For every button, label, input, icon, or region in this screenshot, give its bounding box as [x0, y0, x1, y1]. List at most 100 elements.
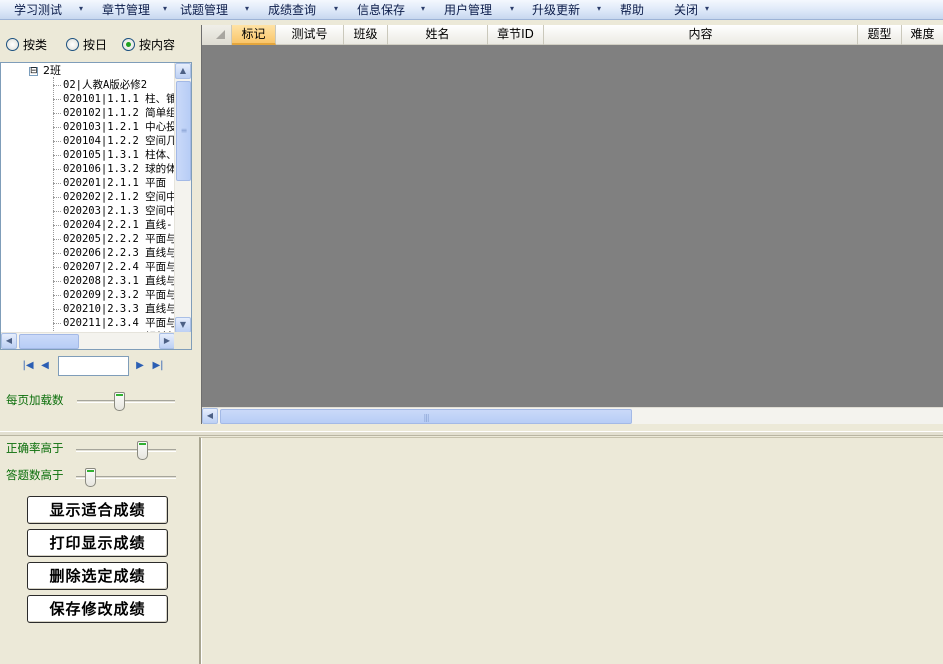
radio-by-category[interactable]: 按类	[6, 36, 47, 52]
print-scores-button[interactable]: 打印显示成绩	[27, 529, 168, 557]
chevron-down-icon[interactable]: ▾	[334, 2, 338, 16]
collapse-icon[interactable]: ⊟	[29, 66, 38, 76]
tree-node[interactable]: 020101|1.1.1 柱、锥	[53, 92, 175, 106]
scroll-thumb[interactable]	[19, 334, 79, 349]
scroll-corner	[174, 332, 191, 349]
column-header-name[interactable]: 姓名	[388, 25, 488, 45]
tree-viewport: ⊟ 2班 02|人教A版必修2 020101|1.1.1 柱、锥 020102|1.…	[1, 63, 175, 333]
column-header-difficulty[interactable]: 难度	[902, 25, 943, 45]
radio-circle-icon	[66, 37, 79, 51]
tree-node[interactable]: 020208|2.3.1 直线与	[53, 274, 175, 288]
scroll-up-icon[interactable]: ▲	[175, 63, 191, 79]
tree-node[interactable]: 020207|2.2.4 平面与	[53, 260, 175, 274]
menu-close[interactable]: 关闭	[674, 2, 698, 18]
chevron-down-icon[interactable]: ▾	[705, 2, 709, 16]
left-navigation-panel: 按类 按日 按内容 ⊟ 2班 02|人教A版必修2 020101|1.1.1 柱、…	[0, 24, 200, 430]
horizontal-splitter[interactable]	[0, 431, 943, 436]
save-scores-button[interactable]: 保存修改成绩	[27, 595, 168, 623]
column-header-chapter-id[interactable]: 章节ID	[488, 25, 544, 45]
slider-thumb[interactable]	[137, 441, 148, 460]
last-page-icon[interactable]: ▶|	[152, 359, 164, 373]
scroll-thumb[interactable]: |||	[220, 409, 632, 424]
menu-upgrade[interactable]: 升级更新	[532, 2, 580, 18]
filter-radio-group: 按类 按日 按内容	[6, 36, 196, 52]
page-number-input[interactable]	[58, 356, 129, 376]
tree-node[interactable]: 020201|2.1.1 平面	[53, 176, 166, 190]
menu-score-query[interactable]: 成绩查询	[268, 2, 316, 18]
scroll-left-icon[interactable]: ◀	[202, 408, 218, 424]
chevron-down-icon[interactable]: ▾	[421, 2, 425, 16]
menu-chapter-management[interactable]: 章节管理	[102, 2, 150, 18]
grid-header: 标记 测试号 班级 姓名 章节ID 内容 题型 难度	[202, 25, 943, 45]
tree-node[interactable]: 020209|2.3.2 平面与	[53, 288, 175, 302]
menu-info-save[interactable]: 信息保存	[357, 2, 405, 18]
column-header-mark[interactable]: 标记	[232, 25, 276, 45]
column-header-class[interactable]: 班级	[344, 25, 388, 45]
slider-thumb[interactable]	[114, 392, 125, 411]
tree-node[interactable]: 020106|1.3.2 球的体	[53, 162, 175, 176]
select-all-corner[interactable]	[202, 25, 232, 45]
tree-node[interactable]: 020203|2.1.3 空间中	[53, 204, 175, 218]
tree-node[interactable]: 020206|2.2.3 直线与	[53, 246, 175, 260]
tree-horizontal-scrollbar[interactable]: ◀ ▶	[1, 332, 175, 349]
first-page-icon[interactable]: |◀	[22, 359, 34, 373]
answer-count-label: 答题数高于	[6, 468, 64, 482]
menu-user-management[interactable]: 用户管理	[444, 2, 492, 18]
tree-node[interactable]: 020210|2.3.3 直线与	[53, 302, 175, 316]
slider-track	[77, 400, 175, 403]
radio-checked-icon	[122, 37, 135, 51]
chapter-tree[interactable]: ⊟ 2班 02|人教A版必修2 020101|1.1.1 柱、锥 020102|1.…	[0, 62, 192, 350]
radio-label: 按类	[23, 37, 48, 52]
scores-grid[interactable]: 标记 测试号 班级 姓名 章节ID 内容 题型 难度 ◀ |||	[201, 25, 943, 424]
chevron-down-icon[interactable]: ▾	[245, 2, 249, 16]
scroll-thumb[interactable]: ≡	[176, 81, 191, 181]
scroll-left-icon[interactable]: ◀	[1, 333, 17, 349]
slider-thumb[interactable]	[85, 468, 96, 487]
grip-icon: |||	[423, 413, 429, 422]
tree-node[interactable]: 020202|2.1.2 空间中	[53, 190, 175, 204]
menu-question-management[interactable]: 试题管理	[180, 2, 228, 18]
tree-node[interactable]: 020205|2.2.2 平面与	[53, 232, 175, 246]
delete-scores-button[interactable]: 删除选定成绩	[27, 562, 168, 590]
next-page-icon[interactable]: ▶	[134, 359, 146, 373]
accuracy-label: 正确率高于	[6, 441, 64, 455]
radio-by-date[interactable]: 按日	[66, 36, 107, 52]
tree-node[interactable]: 020103|1.2.1 中心投	[53, 120, 175, 134]
column-header-content[interactable]: 内容	[544, 25, 858, 45]
tree-node[interactable]: 020102|1.1.2 简单组	[53, 106, 175, 120]
menu-study-test[interactable]: 学习测试	[14, 2, 62, 18]
answer-count-slider[interactable]	[76, 468, 176, 488]
grip-icon: ≡	[180, 126, 188, 135]
tree-node[interactable]: 020105|1.3.1 柱体、	[53, 148, 175, 162]
column-header-question-type[interactable]: 题型	[858, 25, 902, 45]
grid-horizontal-scrollbar[interactable]: ◀ |||	[202, 407, 943, 424]
accuracy-slider[interactable]	[76, 441, 176, 461]
tree-vertical-scrollbar[interactable]: ▲ ≡ ▼	[174, 63, 191, 333]
per-page-label: 每页加载数	[6, 393, 64, 407]
scroll-down-icon[interactable]: ▼	[175, 317, 191, 333]
radio-by-content[interactable]: 按内容	[122, 36, 175, 52]
tree-node[interactable]: 020211|2.3.4 平面与	[53, 316, 175, 330]
radio-label: 按日	[83, 37, 108, 52]
scroll-right-icon[interactable]: ▶	[159, 333, 175, 349]
tree-pager: |◀ ◀ ▶ ▶|	[22, 356, 182, 376]
tree-node[interactable]: 020204|2.2.1 直线-	[53, 218, 173, 232]
radio-label: 按内容	[139, 37, 176, 52]
per-page-slider[interactable]	[77, 392, 175, 412]
chevron-down-icon[interactable]: ▾	[510, 2, 514, 16]
tree-node[interactable]: 02|人教A版必修2	[53, 78, 147, 92]
column-header-test-no[interactable]: 测试号	[276, 25, 344, 45]
slider-track	[76, 449, 176, 452]
show-scores-button[interactable]: 显示适合成绩	[27, 496, 168, 524]
chevron-down-icon[interactable]: ▾	[163, 2, 167, 16]
prev-page-icon[interactable]: ◀	[39, 359, 51, 373]
chevron-down-icon[interactable]: ▾	[79, 2, 83, 16]
menu-help[interactable]: 帮助	[620, 2, 644, 18]
tree-root-label: 2班	[43, 64, 61, 77]
tree-node[interactable]: 020104|1.2.2 空间几	[53, 134, 175, 148]
score-filter-panel: 正确率高于 答题数高于 显示适合成绩 打印显示成绩 删除选定成绩 保存修改成绩	[0, 437, 196, 664]
menu-bar: 学习测试 ▾ 章节管理 ▾ 试题管理 ▾ 成绩查询 ▾ 信息保存 ▾ 用户管理 …	[0, 0, 943, 20]
radio-circle-icon	[6, 37, 19, 51]
chevron-down-icon[interactable]: ▾	[597, 2, 601, 16]
tree-root-node[interactable]: ⊟ 2班	[29, 64, 61, 78]
